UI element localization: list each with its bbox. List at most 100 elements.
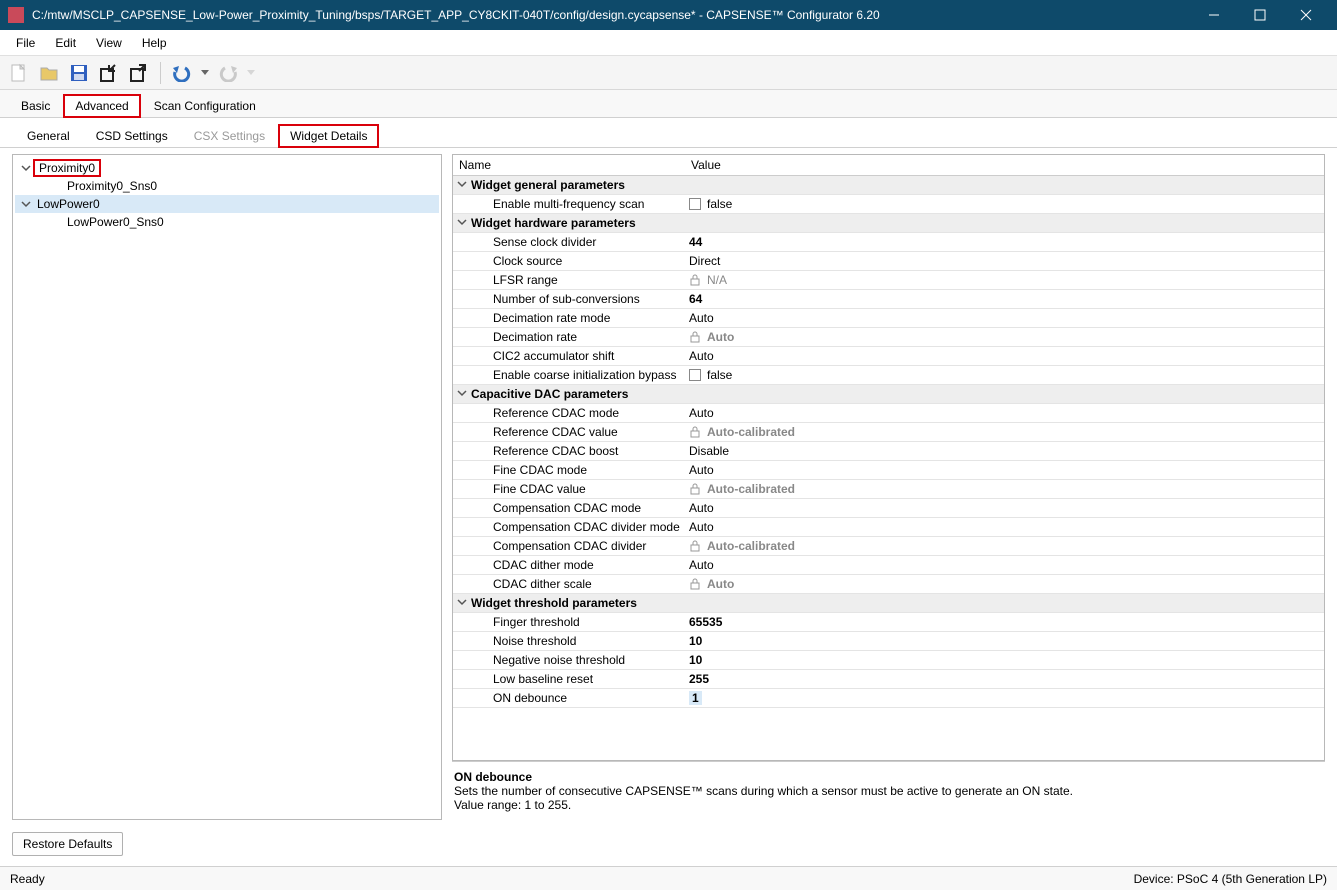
val-finger-threshold[interactable]: 65535 xyxy=(685,613,1324,632)
title-bar: C:/mtw/MSCLP_CAPSENSE_Low-Power_Proximit… xyxy=(0,0,1337,30)
checkbox-icon[interactable] xyxy=(689,198,701,210)
toolbar xyxy=(0,56,1337,90)
val-noise-threshold[interactable]: 10 xyxy=(685,632,1324,651)
redo-icon[interactable] xyxy=(215,60,241,86)
val-clock-source[interactable]: Direct xyxy=(685,252,1324,271)
redo-dropdown-icon[interactable] xyxy=(245,60,257,86)
app-icon xyxy=(8,7,24,23)
val-low-baseline-reset[interactable]: 255 xyxy=(685,670,1324,689)
tree-item-proximity0-sns0[interactable]: Proximity0_Sns0 xyxy=(15,177,439,195)
property-grid: Name Value Widget general parameters Ena… xyxy=(452,154,1325,761)
open-icon[interactable] xyxy=(36,60,62,86)
restore-defaults-button[interactable]: Restore Defaults xyxy=(12,832,123,856)
checkbox-icon[interactable] xyxy=(689,369,701,381)
status-ready: Ready xyxy=(10,872,45,886)
menu-bar: File Edit View Help xyxy=(0,30,1337,56)
param-dither-mode[interactable]: CDAC dither mode xyxy=(453,556,685,575)
export-icon[interactable] xyxy=(126,60,152,86)
param-dither-scale[interactable]: CDAC dither scale xyxy=(453,575,685,594)
val-sense-clock-divider[interactable]: 44 xyxy=(685,233,1324,252)
group-general[interactable]: Widget general parameters xyxy=(471,178,625,192)
tab-scan-configuration[interactable]: Scan Configuration xyxy=(141,93,269,118)
import-icon[interactable] xyxy=(96,60,122,86)
val-dither-scale: Auto xyxy=(707,577,734,591)
menu-file[interactable]: File xyxy=(6,33,45,53)
tree-item-proximity0[interactable]: Proximity0 xyxy=(15,159,439,177)
chevron-down-icon[interactable] xyxy=(19,199,33,209)
param-on-debounce[interactable]: ON debounce xyxy=(453,689,685,708)
new-icon[interactable] xyxy=(6,60,32,86)
param-low-baseline-reset[interactable]: Low baseline reset xyxy=(453,670,685,689)
param-finger-threshold[interactable]: Finger threshold xyxy=(453,613,685,632)
help-line2: Value range: 1 to 255. xyxy=(454,798,1323,812)
val-neg-noise-threshold[interactable]: 10 xyxy=(685,651,1324,670)
param-lfsr-range[interactable]: LFSR range xyxy=(453,271,685,290)
param-decimation-rate[interactable]: Decimation rate xyxy=(453,328,685,347)
val-fine-cdac-mode[interactable]: Auto xyxy=(685,461,1324,480)
param-comp-cdac-divider[interactable]: Compensation CDAC divider xyxy=(453,537,685,556)
close-button[interactable] xyxy=(1283,0,1329,30)
help-line1: Sets the number of consecutive CAPSENSE™… xyxy=(454,784,1323,798)
menu-edit[interactable]: Edit xyxy=(45,33,86,53)
param-neg-noise-threshold[interactable]: Negative noise threshold xyxy=(453,651,685,670)
val-cic2-shift[interactable]: Auto xyxy=(685,347,1324,366)
val-multi-freq: false xyxy=(707,197,732,211)
subtab-general[interactable]: General xyxy=(14,123,83,148)
lock-icon xyxy=(689,426,701,438)
param-cic2-shift[interactable]: CIC2 accumulator shift xyxy=(453,347,685,366)
col-value[interactable]: Value xyxy=(685,155,1324,176)
param-comp-cdac-mode[interactable]: Compensation CDAC mode xyxy=(453,499,685,518)
menu-help[interactable]: Help xyxy=(132,33,177,53)
param-ref-cdac-boost[interactable]: Reference CDAC boost xyxy=(453,442,685,461)
chevron-down-icon[interactable] xyxy=(457,387,467,401)
val-decimation-mode[interactable]: Auto xyxy=(685,309,1324,328)
chevron-down-icon[interactable] xyxy=(457,178,467,192)
col-name[interactable]: Name xyxy=(453,155,685,176)
group-cdac[interactable]: Capacitive DAC parameters xyxy=(471,387,628,401)
val-ref-cdac-boost[interactable]: Disable xyxy=(685,442,1324,461)
undo-icon[interactable] xyxy=(169,60,195,86)
window-title: C:/mtw/MSCLP_CAPSENSE_Low-Power_Proximit… xyxy=(32,8,1191,22)
status-device: Device: PSoC 4 (5th Generation LP) xyxy=(1134,872,1327,886)
tab-advanced[interactable]: Advanced xyxy=(63,94,140,118)
val-sub-conversions[interactable]: 64 xyxy=(685,290,1324,309)
val-comp-cdac-mode[interactable]: Auto xyxy=(685,499,1324,518)
group-hardware[interactable]: Widget hardware parameters xyxy=(471,216,636,230)
param-sense-clock-divider[interactable]: Sense clock divider xyxy=(453,233,685,252)
menu-view[interactable]: View xyxy=(86,33,132,53)
undo-dropdown-icon[interactable] xyxy=(199,60,211,86)
tab-basic[interactable]: Basic xyxy=(8,93,63,118)
val-ref-cdac-mode[interactable]: Auto xyxy=(685,404,1324,423)
val-comp-cdac-div-mode[interactable]: Auto xyxy=(685,518,1324,537)
chevron-down-icon[interactable] xyxy=(457,216,467,230)
main-tabs: Basic Advanced Scan Configuration xyxy=(0,90,1337,118)
param-fine-cdac-mode[interactable]: Fine CDAC mode xyxy=(453,461,685,480)
chevron-down-icon[interactable] xyxy=(457,596,467,610)
lock-icon xyxy=(689,331,701,343)
tree-item-lowpower0[interactable]: LowPower0 xyxy=(15,195,439,213)
maximize-button[interactable] xyxy=(1237,0,1283,30)
save-icon[interactable] xyxy=(66,60,92,86)
subtab-csx-settings[interactable]: CSX Settings xyxy=(181,123,278,148)
tree-label-proximity0-sns0: Proximity0_Sns0 xyxy=(63,179,161,193)
subtab-csd-settings[interactable]: CSD Settings xyxy=(83,123,181,148)
param-ref-cdac-mode[interactable]: Reference CDAC mode xyxy=(453,404,685,423)
chevron-down-icon[interactable] xyxy=(19,163,33,173)
param-comp-cdac-div-mode[interactable]: Compensation CDAC divider mode xyxy=(453,518,685,537)
param-coarse-init-bypass[interactable]: Enable coarse initialization bypass xyxy=(453,366,685,385)
val-dither-mode[interactable]: Auto xyxy=(685,556,1324,575)
tree-label-lowpower0: LowPower0 xyxy=(33,197,104,211)
group-threshold[interactable]: Widget threshold parameters xyxy=(471,596,637,610)
param-ref-cdac-value[interactable]: Reference CDAC value xyxy=(453,423,685,442)
param-clock-source[interactable]: Clock source xyxy=(453,252,685,271)
param-noise-threshold[interactable]: Noise threshold xyxy=(453,632,685,651)
minimize-button[interactable] xyxy=(1191,0,1237,30)
param-decimation-mode[interactable]: Decimation rate mode xyxy=(453,309,685,328)
lock-icon xyxy=(689,483,701,495)
subtab-widget-details[interactable]: Widget Details xyxy=(278,124,379,148)
param-multi-freq[interactable]: Enable multi-frequency scan xyxy=(453,195,685,214)
param-sub-conversions[interactable]: Number of sub-conversions xyxy=(453,290,685,309)
param-fine-cdac-value[interactable]: Fine CDAC value xyxy=(453,480,685,499)
val-fine-cdac-value: Auto-calibrated xyxy=(707,482,795,496)
tree-item-lowpower0-sns0[interactable]: LowPower0_Sns0 xyxy=(15,213,439,231)
